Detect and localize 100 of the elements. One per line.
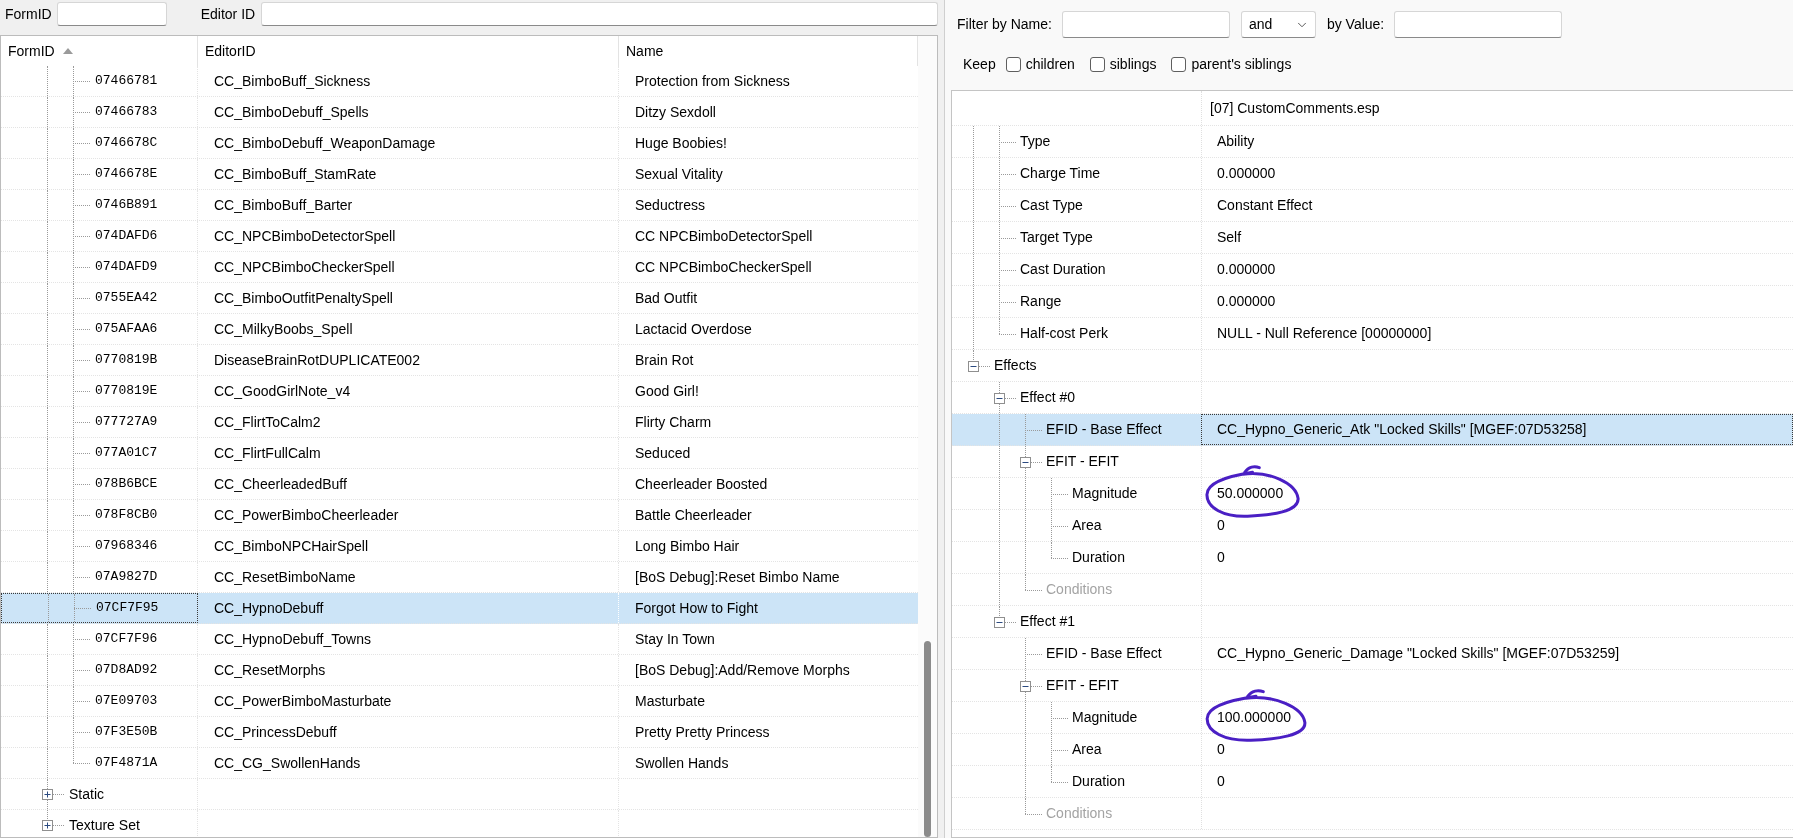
table-row[interactable]: 078F8CB0 CC_PowerBimboCheerleader Battle Cheerleader [1, 500, 918, 531]
record-row[interactable]: Charge Time 0.000000 [952, 158, 1793, 190]
editor-id: CC_HypnoDebuff [214, 598, 324, 618]
record-row[interactable]: EFID - Base Effect CC_Hypno_Generic_Atk "Locked Skills" [MGEF:07D53258] [952, 414, 1793, 446]
record-name: Huge Boobies! [635, 133, 727, 153]
field-label: Effects [994, 356, 1037, 375]
form-id: 078B6BCE [95, 475, 158, 494]
record-row[interactable]: Duration 0 [952, 766, 1793, 798]
collapse-icon[interactable] [968, 360, 979, 372]
editor-id: CC_ResetBimboName [214, 567, 356, 587]
collapse-icon[interactable] [1020, 456, 1031, 468]
editor-id: CC_MilkyBoobs_Spell [214, 319, 353, 339]
vertical-scrollbar[interactable] [918, 36, 937, 837]
record-name: Battle Cheerleader [635, 505, 752, 525]
table-row[interactable]: 0770819E CC_GoodGirlNote_v4 Good Girl! [1, 376, 918, 407]
record-name: Bad Outfit [635, 288, 698, 308]
field-value: Self [1217, 228, 1242, 247]
group-label: Static [69, 784, 104, 804]
record-row[interactable]: Duration 0 [952, 542, 1793, 574]
record-name: Seduced [635, 443, 691, 463]
editor-id: CC_FlirtFullCalm [214, 443, 321, 463]
table-row[interactable]: 07968346 CC_BimboNPCHairSpell Long Bimbo Hair [1, 531, 918, 562]
operator-dropdown[interactable]: and [1240, 11, 1316, 38]
table-row[interactable]: 074DAFD6 CC_NPCBimboDetectorSpell CC NPCBimboDetectorSpell [1, 221, 918, 252]
checkbox[interactable] [1089, 56, 1105, 72]
table-row[interactable]: 07CF7F96 CC_HypnoDebuff_Towns Stay In Town [1, 624, 918, 655]
field-value: 0.000000 [1217, 292, 1276, 311]
table-row[interactable]: 0770819B DiseaseBrainRotDUPLICATE002 Brain Rot [1, 345, 918, 376]
table-row[interactable]: 07466781 CC_BimboBuff_Sickness Protection from Sickness [1, 66, 918, 97]
checkbox-label: parent's siblings [1191, 54, 1292, 74]
record-row[interactable]: EFID - Base Effect CC_Hypno_Generic_Damage "Locked Skills" [MGEF:07D53259] [952, 638, 1793, 670]
table-row[interactable]: 077727A9 CC_FlirtToCalm2 Flirty Charm [1, 407, 918, 438]
record-row[interactable]: Area 0 [952, 734, 1793, 766]
editor-id: CC_BimboBuff_Barter [214, 195, 353, 215]
table-row[interactable]: 07F3E50B CC_PrincessDebuff Pretty Pretty Princess [1, 717, 918, 748]
field-value: CC_Hypno_Generic_Damage "Locked Skills" [MGEF:07D53259] [1217, 644, 1620, 663]
editor-id-label: Editor ID [200, 4, 256, 24]
record-name: CC NPCBimboDetectorSpell [635, 226, 813, 246]
field-label: Type [1020, 132, 1051, 151]
form-id: 074DAFD9 [95, 258, 158, 277]
record-row[interactable]: EFIT - EFIT [952, 446, 1793, 478]
column-header[interactable]: EditorID [198, 36, 619, 66]
tree-group-row[interactable]: Static [1, 779, 918, 810]
record-name: Seductress [635, 195, 706, 215]
editor-id: CC_BimboDebuff_Spells [214, 102, 369, 122]
record-row[interactable]: Effect #1 [952, 606, 1793, 638]
form-id: 07E09703 [95, 692, 158, 711]
record-name: Cheerleader Boosted [635, 474, 768, 494]
record-name: Forgot How to Fight [635, 598, 758, 618]
value-filter-field[interactable] [1394, 11, 1563, 38]
table-row[interactable]: 07CF7F95 CC_HypnoDebuff Forgot How to Fight [1, 593, 918, 624]
expand-icon[interactable] [42, 820, 53, 831]
editor-id-field[interactable] [261, 2, 938, 26]
name-filter-field[interactable] [1061, 11, 1230, 38]
record-name: [BoS Debug]:Add/Remove Morphs [635, 660, 850, 680]
record-row[interactable]: Magnitude 50.000000 [952, 478, 1793, 510]
table-row[interactable]: 0746678C CC_BimboDebuff_WeaponDamage Huge Boobies! [1, 128, 918, 159]
expand-icon[interactable] [42, 789, 53, 800]
form-id-field[interactable] [56, 2, 167, 26]
form-id: 0770819E [95, 382, 158, 401]
keep-label: Keep [963, 54, 996, 74]
record-row[interactable]: Cast Type Constant Effect [952, 190, 1793, 222]
field-value: 0 [1217, 740, 1225, 759]
table-row[interactable]: 0755EA42 CC_BimboOutfitPenaltySpell Bad Outfit [1, 283, 918, 314]
collapse-icon[interactable] [1020, 680, 1031, 692]
table-row[interactable]: 07466783 CC_BimboDebuff_Spells Ditzy Sexdoll [1, 97, 918, 128]
table-row[interactable]: 074DAFD9 CC_NPCBimboCheckerSpell CC NPCBimboCheckerSpell [1, 252, 918, 283]
scrollbar-thumb[interactable] [924, 641, 931, 837]
record-row[interactable]: Type Ability [952, 126, 1793, 158]
field-label: Charge Time [1020, 164, 1101, 183]
field-label: Magnitude [1072, 708, 1138, 727]
record-row[interactable]: Area 0 [952, 510, 1793, 542]
table-row[interactable]: 078B6BCE CC_CheerleadedBuff Cheerleader Boosted [1, 469, 918, 500]
record-row[interactable]: Half-cost Perk NULL - Null Reference [00000000] [952, 318, 1793, 350]
record-row[interactable]: Range 0.000000 [952, 286, 1793, 318]
collapse-icon[interactable] [994, 616, 1005, 628]
record-row[interactable]: Magnitude 100.000000 [952, 702, 1793, 734]
table-row[interactable]: 07D8AD92 CC_ResetMorphs [BoS Debug]:Add/Remove Morphs [1, 655, 918, 686]
table-row[interactable]: 0746678E CC_BimboBuff_StamRate Sexual Vitality [1, 159, 918, 190]
form-id: 075AFAA6 [95, 320, 158, 339]
field-label: Area [1072, 516, 1102, 535]
table-row[interactable]: 07F4871A CC_CG_SwollenHands Swollen Hands [1, 748, 918, 779]
checkbox[interactable] [1171, 56, 1187, 72]
table-row[interactable]: 075AFAA6 CC_MilkyBoobs_Spell Lactacid Overdose [1, 314, 918, 345]
form-id: 07A9827D [95, 568, 158, 587]
table-row[interactable]: 077A01C7 CC_FlirtFullCalm Seduced [1, 438, 918, 469]
record-row[interactable]: EFIT - EFIT [952, 670, 1793, 702]
column-header[interactable]: FormID [1, 36, 198, 66]
record-name: CC NPCBimboCheckerSpell [635, 257, 812, 277]
field-label: Conditions [1046, 804, 1113, 823]
collapse-icon[interactable] [994, 392, 1005, 404]
checkbox[interactable] [1005, 56, 1021, 72]
record-row[interactable]: Cast Duration 0.000000 [952, 254, 1793, 286]
record-row[interactable]: Target Type Self [952, 222, 1793, 254]
editor-id: DiseaseBrainRotDUPLICATE002 [214, 350, 420, 370]
field-label: Conditions [1046, 580, 1113, 599]
record-row[interactable]: Effects [952, 350, 1793, 382]
table-row[interactable]: 0746B891 CC_BimboBuff_Barter Seductress [1, 190, 918, 221]
record-name: Masturbate [635, 691, 706, 711]
table-row[interactable]: 07E09703 CC_PowerBimboMasturbate Masturbate [1, 686, 918, 717]
